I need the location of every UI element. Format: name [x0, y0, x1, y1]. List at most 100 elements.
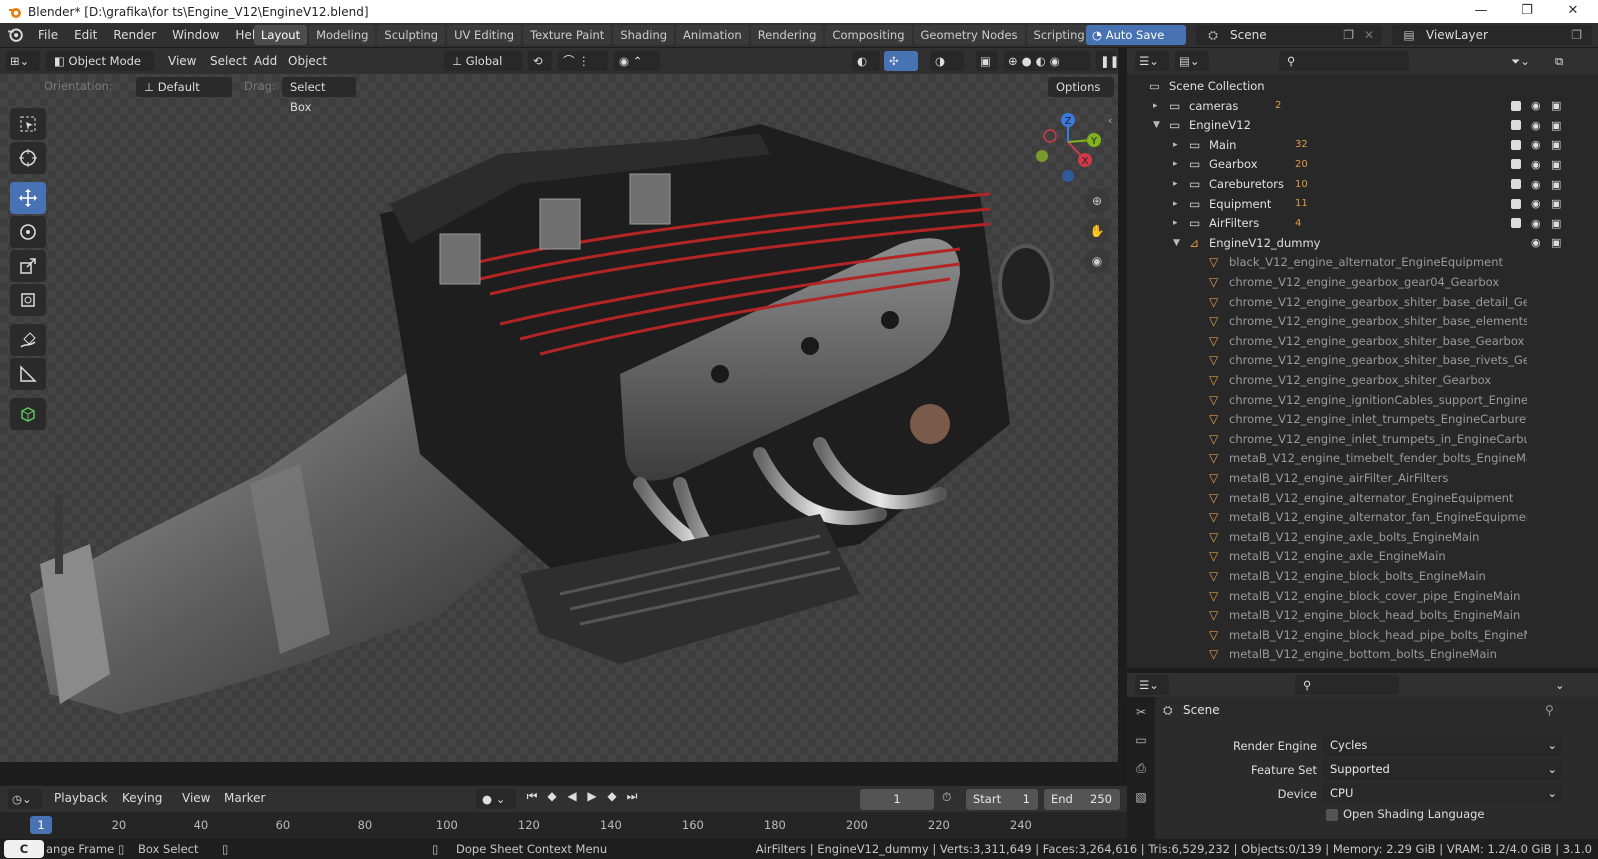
blender-menu-icon[interactable] — [0, 26, 30, 45]
object-row[interactable]: ▽ metaB_V12_engine_timebelt_fender_bolts_… — [1127, 448, 1598, 468]
osl-checkbox[interactable] — [1326, 809, 1338, 821]
tab-sculpting[interactable]: Sculpting — [377, 25, 446, 45]
object-row[interactable]: ▽ metalB_V12_engine_block_head_pipe_bolts… — [1127, 625, 1598, 645]
render-engine-dropdown[interactable]: Cycles ⌄ — [1323, 735, 1563, 756]
tab-animation[interactable]: Animation — [676, 25, 749, 45]
auto-save-button[interactable]: ◔ Auto Save ⌄ — [1086, 25, 1186, 62]
tool-tab-icon[interactable]: ✂ — [1131, 705, 1151, 719]
object-row[interactable]: ▽ metalB_V12_engine_alternator_fan_Engine… — [1127, 507, 1598, 527]
expand-icon[interactable]: ▸ — [1173, 159, 1178, 169]
exclude-checkbox[interactable] — [1511, 198, 1521, 209]
copy-scene-icon[interactable]: ❐ — [1343, 28, 1354, 42]
exclude-checkbox[interactable] — [1511, 159, 1521, 170]
mode-selector[interactable]: ◧ Object Mode — [46, 51, 154, 71]
object-row[interactable]: ▽ metalB_V12_engine_axle_EngineMain — [1127, 546, 1598, 566]
eye-visibility-icon[interactable]: ◉ — [1531, 178, 1541, 191]
menu-marker[interactable]: Marker — [216, 786, 273, 810]
auto-keying-icon[interactable]: ● ⌄ — [476, 789, 516, 809]
xray-icon[interactable]: ▣ — [976, 51, 998, 71]
start-frame-field[interactable]: Start 1 — [966, 789, 1038, 810]
editor-type-selector[interactable]: ⊞⌄ — [6, 51, 40, 71]
eye-visibility-icon[interactable]: ◉ — [1531, 236, 1541, 249]
collection-row-careburetors[interactable]: ▸ ▭ Careburetors 10 ◉ ▣ — [1127, 174, 1598, 194]
render-camera-icon[interactable]: ▣ — [1551, 217, 1561, 230]
collection-row-main[interactable]: ▸ ▭ Main 32 ◉ ▣ — [1127, 135, 1598, 155]
properties-search-input[interactable]: ⚲ — [1295, 675, 1399, 695]
maximize-button[interactable]: ❐ — [1504, 0, 1550, 23]
tab-uv-editing[interactable]: UV Editing — [447, 25, 522, 45]
collection-row-cameras[interactable]: ▸ ▭ cameras 2 ◉ ▣ — [1127, 96, 1598, 116]
tab-shading[interactable]: Shading — [613, 25, 675, 45]
expand-icon[interactable]: ▸ — [1173, 218, 1178, 228]
object-row[interactable]: ▽ chrome_V12_engine_inlet_trumpets_in_Eng… — [1127, 429, 1598, 449]
tab-layout[interactable]: Layout — [254, 25, 308, 45]
timeline-editor-type-icon[interactable]: ◷⌄ — [8, 789, 42, 809]
menu-render[interactable]: Render — [105, 23, 164, 47]
current-frame-field[interactable]: 1 — [860, 789, 934, 810]
menu-edit[interactable]: Edit — [66, 23, 105, 47]
device-dropdown[interactable]: CPU ⌄ — [1323, 783, 1563, 804]
object-row[interactable]: ▽ black_V12_engine_alternator_EngineEquip… — [1127, 252, 1598, 272]
object-row[interactable]: ▽ chrome_V12_engine_gearbox_shiter_base_G… — [1127, 331, 1598, 351]
object-row[interactable]: ▽ chrome_V12_engine_gearbox_shiter_Gearbo… — [1127, 370, 1598, 390]
menu-window[interactable]: Window — [164, 23, 227, 47]
menu-object[interactable]: Object — [280, 49, 335, 73]
menu-file[interactable]: File — [30, 23, 66, 47]
feature-set-dropdown[interactable]: Supported ⌄ — [1323, 759, 1563, 780]
copy-view-layer-icon[interactable]: ❐ — [1571, 28, 1582, 42]
view-layer-selector[interactable]: ▤ ViewLayer ❐ — [1392, 25, 1592, 45]
render-camera-icon[interactable]: ▣ — [1551, 119, 1561, 132]
menu-timeline-view[interactable]: View — [174, 786, 218, 810]
pin-icon[interactable]: ⚲ — [1545, 703, 1554, 717]
play-icon[interactable]: ▶ — [584, 789, 600, 804]
close-button[interactable]: ✕ — [1550, 0, 1596, 23]
menu-keying[interactable]: Keying — [114, 786, 170, 810]
end-frame-field[interactable]: End 250 — [1044, 789, 1120, 810]
eye-visibility-icon[interactable]: ◉ — [1531, 217, 1541, 230]
new-collection-icon[interactable]: ⧉ — [1547, 51, 1571, 71]
gizmo-toggle-icon[interactable]: ✣ — [884, 51, 918, 71]
timeline-ruler[interactable]: 1 20 40 60 80 100 120 140 160 180 200 220 240 — [0, 812, 1127, 839]
render-camera-icon[interactable]: ▣ — [1551, 197, 1561, 210]
tab-modeling[interactable]: Modeling — [309, 25, 376, 45]
exclude-checkbox[interactable] — [1511, 218, 1521, 229]
render-camera-icon[interactable]: ▣ — [1551, 236, 1561, 249]
shading-modes[interactable]: ⊕●◐◉ — [1004, 51, 1090, 71]
expand-icon[interactable]: ▸ — [1173, 199, 1178, 209]
object-row[interactable]: ▽ chrome_V12_engine_gearbox_shiter_base_r… — [1127, 350, 1598, 370]
properties-options-icon[interactable]: ⌄ — [1551, 675, 1571, 695]
object-row[interactable]: ▽ metalB_V12_engine_airFilter_AirFilters — [1127, 468, 1598, 488]
stopwatch-icon[interactable]: ⏱ — [942, 790, 951, 805]
collection-row-airfilters[interactable]: ▸ ▭ AirFilters 4 ◉ ▣ — [1127, 213, 1598, 233]
menu-view[interactable]: View — [160, 49, 204, 73]
play-reverse-icon[interactable]: ◀ — [564, 789, 580, 804]
exclude-checkbox[interactable] — [1511, 139, 1521, 150]
visibility-icon[interactable]: ◐ — [852, 51, 880, 71]
tab-scripting[interactable]: Scripting — [1026, 25, 1092, 45]
collection-row-gearbox[interactable]: ▸ ▭ Gearbox 20 ◉ ▣ — [1127, 154, 1598, 174]
scene-collection-row[interactable]: ▭ Scene Collection — [1127, 76, 1598, 96]
object-row[interactable]: ▽ metalB_V12_engine_block_bolts_EngineMai… — [1127, 566, 1598, 586]
pause-render-icon[interactable]: ❚❚ — [1096, 51, 1119, 71]
remove-scene-icon[interactable]: ✕ — [1364, 28, 1374, 42]
menu-playback[interactable]: Playback — [46, 786, 116, 810]
jump-end-icon[interactable]: ⏭ — [624, 789, 640, 804]
object-row[interactable]: ▽ chrome_V12_engine_inlet_trumpets_Engine… — [1127, 409, 1598, 429]
exclude-checkbox[interactable] — [1511, 179, 1521, 189]
render-camera-icon[interactable]: ▣ — [1551, 158, 1561, 171]
tab-rendering[interactable]: Rendering — [750, 25, 824, 45]
filter-icon[interactable]: ⏷⌄ — [1503, 51, 1543, 71]
exclude-checkbox[interactable] — [1511, 120, 1521, 131]
display-mode-icon[interactable]: ▤⌄ — [1175, 51, 1209, 71]
object-row-enginev12-dummy[interactable]: ▼ ⊿ EngineV12_dummy ◉ ▣ — [1127, 233, 1598, 253]
tab-texture-paint[interactable]: Texture Paint — [523, 25, 612, 45]
render-camera-icon[interactable]: ▣ — [1551, 99, 1561, 112]
collection-row-equipment[interactable]: ▸ ▭ Equipment 11 ◉ ▣ — [1127, 194, 1598, 214]
exclude-checkbox[interactable] — [1511, 100, 1521, 111]
proportional-edit-icon[interactable]: ◉ ⌃ — [614, 51, 660, 71]
object-row[interactable]: ▽ chrome_V12_engine_ignitionCables_suppor… — [1127, 390, 1598, 410]
eye-visibility-icon[interactable]: ◉ — [1531, 158, 1541, 171]
object-row[interactable]: ▽ chrome_V12_engine_gearbox_shiter_base_e… — [1127, 311, 1598, 331]
eye-visibility-icon[interactable]: ◉ — [1531, 119, 1541, 132]
outliner-editor-type-icon[interactable]: ☰⌄ — [1135, 51, 1169, 71]
